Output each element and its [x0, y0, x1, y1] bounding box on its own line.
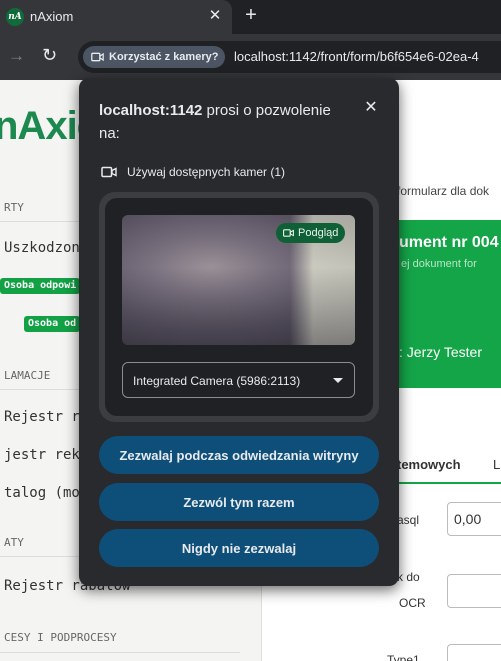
- tab-systemowych[interactable]: temowych: [397, 457, 461, 472]
- dialog-host: localhost:1142: [99, 102, 203, 119]
- sidebar-item[interactable]: Rejestr r: [4, 409, 80, 425]
- form-hint: formularz dla dok: [397, 184, 490, 198]
- field-label: k do: [397, 570, 420, 584]
- sidebar-section-heading: ATY: [4, 536, 24, 549]
- favicon-icon: nA: [6, 8, 24, 26]
- chevron-down-icon: [333, 378, 343, 383]
- browser-toolbar: → ↻ Korzystać z kamery? localhost:1142/f…: [0, 34, 501, 80]
- active-tab-indicator: [397, 482, 501, 484]
- status-badge: Osoba od: [24, 316, 80, 332]
- sidebar-divider: [0, 652, 240, 653]
- address-bar[interactable]: Korzystać z kamery? localhost:1142/front…: [78, 41, 501, 73]
- camera-select[interactable]: Integrated Camera (5986:2113): [122, 362, 355, 398]
- camera-permission-dialog: localhost:1142 prosi o pozwolenie na: ✕ …: [79, 78, 399, 586]
- field-label: asql: [397, 513, 420, 527]
- numeric-field[interactable]: 0,00: [447, 502, 501, 536]
- forward-icon[interactable]: →: [8, 46, 25, 66]
- type-field[interactable]: [447, 644, 501, 661]
- sidebar-section-heading: RTY: [4, 201, 24, 214]
- camera-preview-inner: Podgląd Integrated Camera (5986:2113): [105, 198, 373, 416]
- tab-title: nAxiom: [30, 9, 74, 24]
- preview-label: Podgląd: [298, 227, 339, 239]
- allow-once-button[interactable]: Zezwól tym razem: [99, 483, 379, 521]
- sidebar-item[interactable]: jestr rekl: [4, 447, 88, 463]
- sidebar-section-heading: CESY I PODPROCESY: [4, 631, 117, 644]
- tab-close-icon[interactable]: ✕: [206, 7, 224, 25]
- document-header-card: ument nr 004 ej dokument for : Jerzy Tes…: [397, 220, 501, 388]
- dialog-title: localhost:1142 prosi o pozwolenie na:: [99, 99, 349, 145]
- tab-next[interactable]: L: [493, 457, 500, 472]
- field-label: OCR: [399, 596, 426, 610]
- sidebar-item[interactable]: Uszkodzon: [4, 240, 80, 256]
- field-label: Type1: [387, 653, 420, 661]
- document-title: ument nr 004: [399, 234, 499, 251]
- sidebar-section-heading: LAMACJE: [4, 369, 51, 382]
- permission-row: Używaj dostępnych kamer (1): [101, 165, 285, 179]
- preview-badge: Podgląd: [276, 223, 346, 243]
- permission-text: Używaj dostępnych kamer (1): [127, 165, 286, 179]
- status-badge: Osoba odpowi: [0, 278, 80, 294]
- sidebar-item[interactable]: talog (mod: [4, 485, 88, 501]
- browser-tab[interactable]: nA nAxiom ✕: [0, 0, 232, 34]
- video-icon: [283, 229, 294, 237]
- camera-chip-label: Korzystać z kamery?: [109, 51, 219, 63]
- close-icon[interactable]: ✕: [362, 99, 380, 117]
- url-text: localhost:1142/front/form/b6f654e6-02ea-…: [234, 49, 479, 64]
- camera-permission-chip[interactable]: Korzystać z kamery?: [83, 46, 225, 68]
- camera-preview-container: Podgląd Integrated Camera (5986:2113): [99, 192, 379, 422]
- reload-icon[interactable]: ↻: [42, 45, 57, 66]
- ocr-field[interactable]: [447, 574, 501, 608]
- camera-icon: [101, 166, 117, 178]
- camera-select-value: Integrated Camera (5986:2113): [133, 374, 301, 388]
- tab-strip: nA nAxiom ✕ +: [0, 0, 501, 34]
- document-subtitle: ej dokument for: [401, 258, 477, 270]
- camera-preview-video: Podgląd: [122, 215, 355, 345]
- new-tab-icon[interactable]: +: [241, 4, 261, 27]
- camera-icon: [91, 52, 104, 62]
- never-allow-button[interactable]: Nigdy nie zezwalaj: [99, 529, 379, 567]
- allow-on-visit-button[interactable]: Zezwalaj podczas odwiedzania witryny: [99, 436, 379, 474]
- document-user: : Jerzy Tester: [399, 344, 482, 360]
